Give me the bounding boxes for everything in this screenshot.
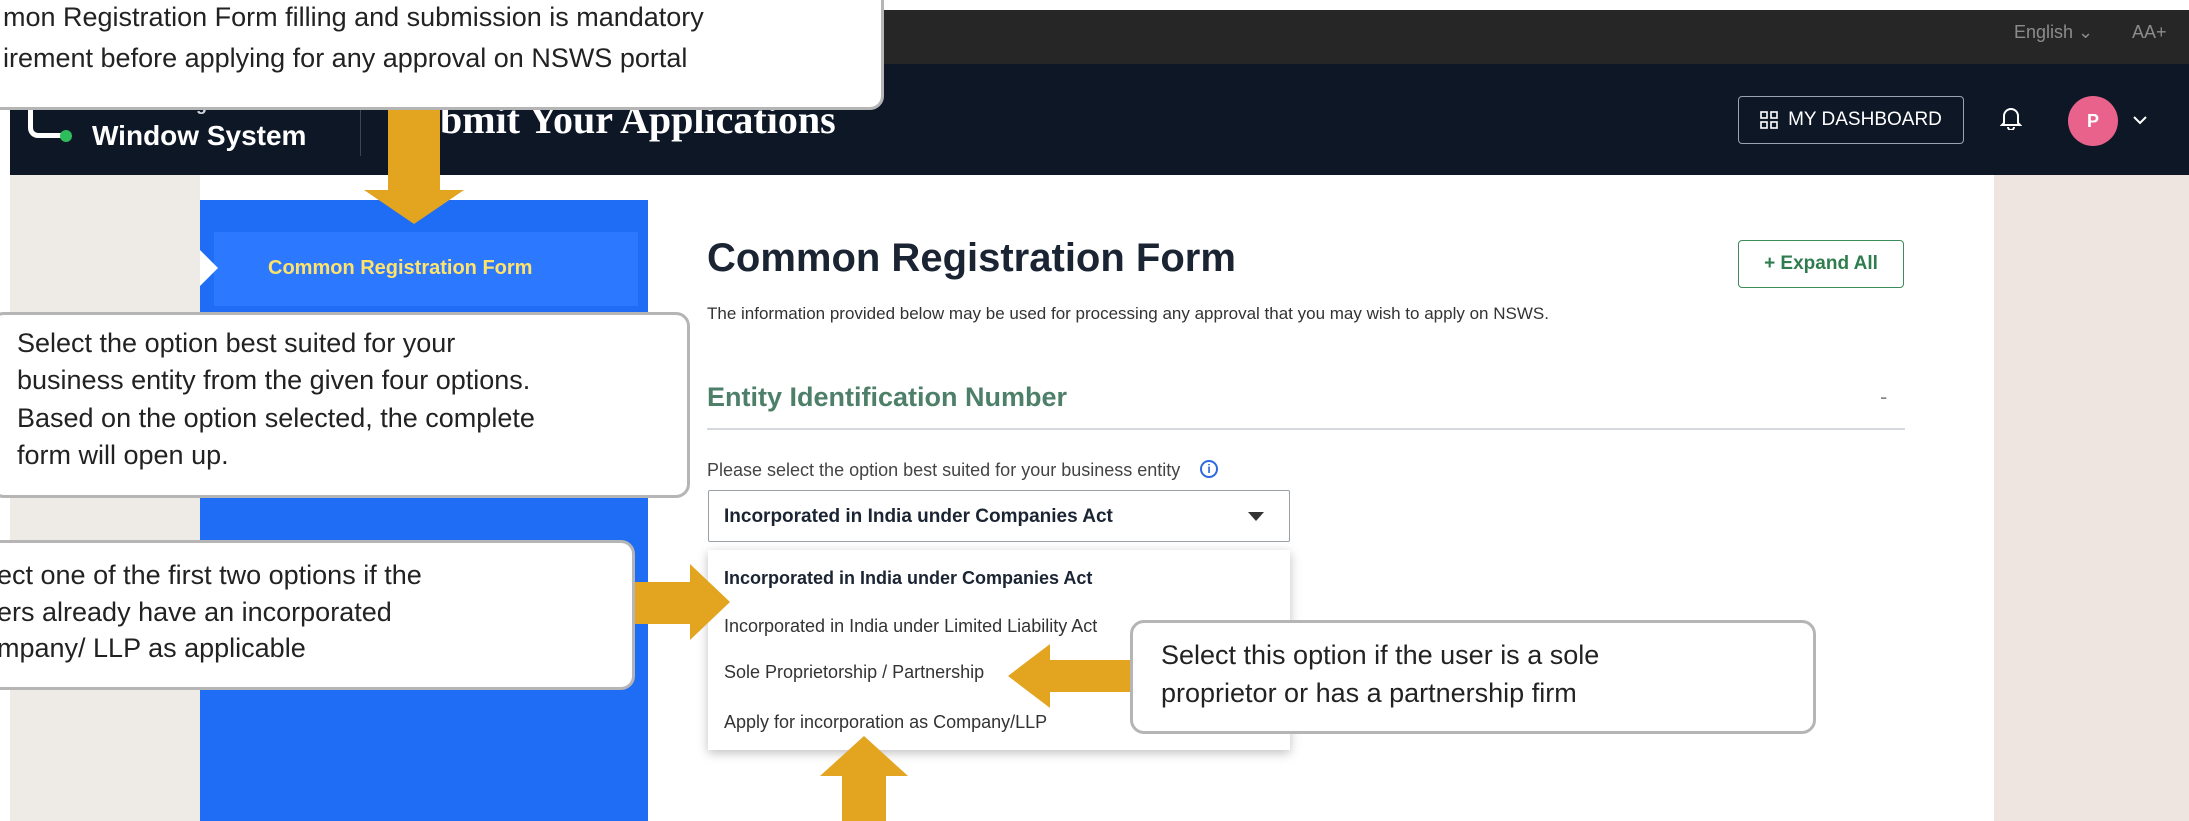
callout-sole-proprietor: Select this option if the user is a sole…: [1130, 620, 1816, 734]
section-title[interactable]: Entity Identification Number: [707, 382, 1067, 413]
notification-bell-icon[interactable]: [1999, 106, 2023, 137]
dropdown-option-companies-act[interactable]: Incorporated in India under Companies Ac…: [724, 568, 1092, 589]
arrow-up-shaft: [842, 774, 886, 821]
background-pattern-right: [1994, 175, 2189, 821]
callout-line: ect one of the first two options if the: [0, 560, 422, 590]
language-selector[interactable]: English ⌄: [2014, 22, 2093, 43]
callout-line: mpany/ LLP as applicable: [0, 633, 306, 664]
callout-line: mon Registration Form filling and submis…: [3, 2, 704, 32]
nsws-logo-dot: [60, 130, 72, 142]
arrow-down-head: [364, 190, 464, 224]
callout-first-two-options: ect one of the first two options if the …: [0, 540, 635, 690]
entity-select-label: Please select the option best suited for…: [707, 460, 1181, 480]
arrow-right-shaft: [632, 582, 692, 624]
section-collapse-icon[interactable]: -: [1880, 384, 1887, 410]
arrow-left-head: [1008, 644, 1050, 708]
sidebar-item-label: Common Registration Form: [268, 257, 533, 279]
callout-mandatory-form: mon Registration Form filling and submis…: [0, 0, 884, 110]
arrow-left-shaft: [1048, 660, 1132, 692]
dropdown-option-apply-incorporation[interactable]: Apply for incorporation as Company/LLP: [724, 712, 1047, 733]
my-dashboard-button[interactable]: MY DASHBOARD: [1738, 96, 1964, 144]
callout-select-entity: Select the option best suited for your b…: [0, 312, 690, 498]
callout-line: Select this option if the user is a sole: [1161, 640, 1600, 670]
arrow-right-head: [690, 564, 730, 640]
callout-line: ers already have an incorporated: [0, 596, 392, 627]
expand-all-button[interactable]: + Expand All: [1738, 240, 1904, 288]
arrow-up-head: [820, 736, 908, 776]
user-avatar[interactable]: P: [2068, 96, 2118, 146]
section-divider: [707, 428, 1905, 430]
callout-line: irement before applying for any approval…: [3, 42, 688, 73]
callout-line: form will open up.: [17, 439, 229, 470]
dropdown-option-sole-proprietorship[interactable]: Sole Proprietorship / Partnership: [724, 662, 984, 683]
chevron-down-icon[interactable]: [2132, 106, 2148, 132]
form-description: The information provided below may be us…: [707, 304, 1549, 323]
caret-down-icon[interactable]: [1248, 512, 1264, 521]
callout-line: proprietor or has a partnership firm: [1161, 677, 1577, 708]
dashboard-grid-icon: [1760, 111, 1778, 129]
dropdown-option-llp-act[interactable]: Incorporated in India under Limited Liab…: [724, 616, 1097, 637]
callout-line: business entity from the given four opti…: [17, 365, 531, 396]
text-size-button[interactable]: AA+: [2132, 22, 2167, 43]
form-title: Common Registration Form: [707, 236, 1236, 280]
callout-line: Select the option best suited for your: [17, 328, 456, 358]
entity-type-select-value: Incorporated in India under Companies Ac…: [724, 506, 1113, 527]
info-icon[interactable]: i: [1200, 460, 1218, 478]
my-dashboard-label: MY DASHBOARD: [1788, 109, 1942, 130]
callout-line: Based on the option selected, the comple…: [17, 402, 535, 433]
logo-text-line2: Window System: [92, 120, 307, 151]
background-pattern-left: [10, 175, 200, 821]
arrow-down-shaft: [388, 104, 440, 196]
header-divider: [360, 104, 361, 156]
active-indicator-icon: [200, 250, 218, 286]
